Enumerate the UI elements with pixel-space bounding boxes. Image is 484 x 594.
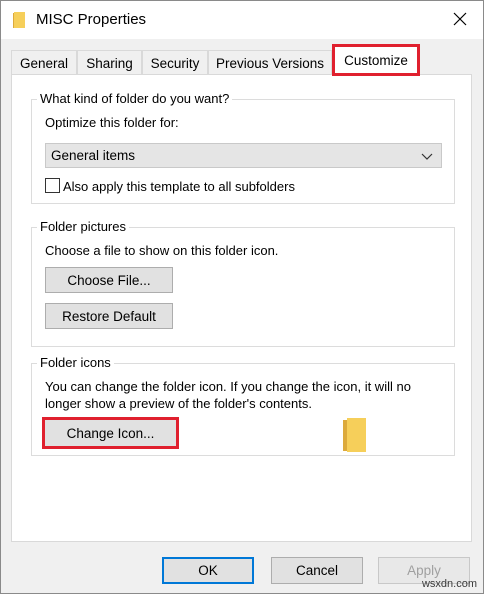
folder-icon [13,12,25,28]
chevron-down-icon [421,150,433,165]
customize-panel: What kind of folder do you want? Optimiz… [11,74,472,542]
choose-file-button[interactable]: Choose File... [45,267,173,293]
restore-default-button[interactable]: Restore Default [45,303,173,329]
tab-sharing[interactable]: Sharing [77,50,142,75]
watermark: wsxdn.com [421,578,477,590]
close-icon [453,12,467,29]
subfolders-checkbox[interactable] [45,178,60,193]
tab-security[interactable]: Security [142,50,208,75]
window-title: MISC Properties [36,11,147,28]
select-value: General items [51,148,136,163]
cancel-button[interactable]: Cancel [271,557,363,584]
close-button[interactable] [437,1,483,39]
tab-previous-versions[interactable]: Previous Versions [208,50,332,75]
checkbox-label: Also apply this template to all subfolde… [63,179,295,194]
ok-button[interactable]: OK [162,557,254,584]
title-bar: MISC Properties [1,1,483,39]
tab-general[interactable]: General [11,50,77,75]
pictures-description: Choose a file to show on this folder ico… [45,243,279,258]
icons-description-line1: You can change the folder icon. If you c… [45,379,411,394]
tab-customize[interactable]: Customize [332,44,420,76]
group-label: Folder pictures [37,219,129,234]
properties-window: MISC Properties General Sharing Security… [0,0,484,594]
group-label: What kind of folder do you want? [37,91,233,106]
icons-description-line2: longer show a preview of the folder's co… [45,396,312,411]
folder-preview-icon [343,418,367,455]
optimize-label: Optimize this folder for: [45,115,179,130]
optimize-select[interactable]: General items [45,143,442,168]
group-label: Folder icons [37,355,114,370]
change-icon-button[interactable]: Change Icon... [42,417,179,449]
